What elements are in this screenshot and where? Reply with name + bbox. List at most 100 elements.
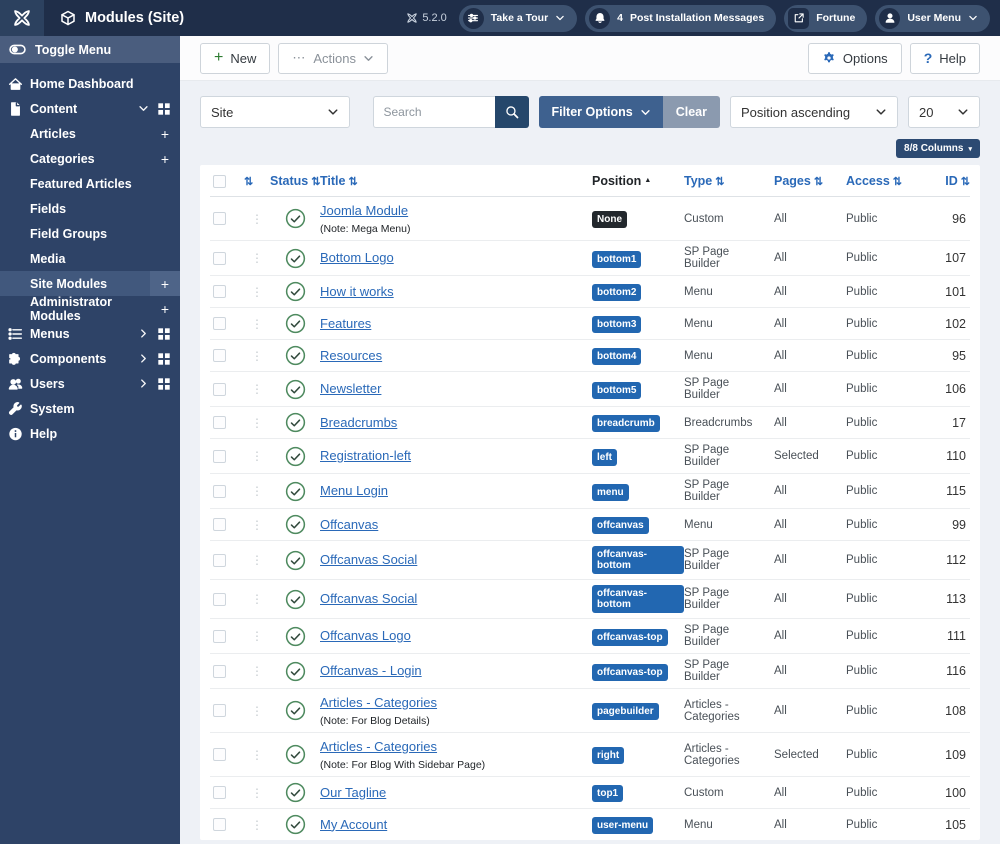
drag-handle-icon[interactable]: ⋮ xyxy=(244,664,270,678)
sidebar-item-menus[interactable]: Menus xyxy=(0,321,180,346)
drag-handle-icon[interactable]: ⋮ xyxy=(244,518,270,532)
drag-handle-icon[interactable]: ⋮ xyxy=(244,251,270,265)
sidebar-item-components[interactable]: Components xyxy=(0,346,180,371)
status-published-icon[interactable] xyxy=(285,514,306,535)
row-checkbox[interactable] xyxy=(213,818,226,831)
dashboard-grid-icon[interactable] xyxy=(157,377,171,391)
sidebar-item-help[interactable]: Help xyxy=(0,421,180,446)
row-checkbox[interactable] xyxy=(213,285,226,298)
drag-handle-icon[interactable]: ⋮ xyxy=(244,704,270,718)
row-checkbox[interactable] xyxy=(213,629,226,643)
search-input[interactable] xyxy=(373,96,496,128)
sidebar-item-home-dashboard[interactable]: Home Dashboard xyxy=(0,71,180,96)
id-column-header[interactable]: ID ⇅ xyxy=(926,174,970,188)
sidebar-item-categories[interactable]: Categories + xyxy=(0,146,180,171)
module-title-link[interactable]: Features xyxy=(320,316,371,331)
row-checkbox[interactable] xyxy=(213,484,226,498)
add-icon[interactable]: + xyxy=(150,146,180,171)
module-title-link[interactable]: Offcanvas - Login xyxy=(320,663,422,678)
status-published-icon[interactable] xyxy=(285,700,306,721)
status-published-icon[interactable] xyxy=(285,661,306,682)
position-column-header[interactable]: Position ▲ xyxy=(592,174,684,188)
options-button[interactable]: Options xyxy=(807,42,902,74)
help-button[interactable]: ? Help xyxy=(909,42,980,74)
sidebar-item-users[interactable]: Users xyxy=(0,371,180,396)
module-title-link[interactable]: Offcanvas xyxy=(320,517,378,532)
module-title-link[interactable]: Offcanvas Logo xyxy=(320,628,411,643)
dashboard-grid-icon[interactable] xyxy=(157,327,171,341)
status-published-icon[interactable] xyxy=(285,248,306,269)
row-checkbox[interactable] xyxy=(213,317,226,330)
status-published-icon[interactable] xyxy=(285,782,306,803)
status-published-icon[interactable] xyxy=(285,281,306,302)
row-checkbox[interactable] xyxy=(213,382,226,396)
new-button[interactable]: + New xyxy=(200,42,271,74)
drag-handle-icon[interactable]: ⋮ xyxy=(244,484,270,498)
status-published-icon[interactable] xyxy=(285,814,306,835)
module-title-link[interactable]: Offcanvas Social xyxy=(320,552,417,567)
drag-handle-icon[interactable]: ⋮ xyxy=(244,592,270,606)
type-column-header[interactable]: Type ⇅ xyxy=(684,174,774,188)
ordering-column-header[interactable]: ⇅ xyxy=(244,175,270,188)
drag-handle-icon[interactable]: ⋮ xyxy=(244,317,270,331)
drag-handle-icon[interactable]: ⋮ xyxy=(244,285,270,299)
row-checkbox[interactable] xyxy=(213,553,226,567)
module-title-link[interactable]: Articles - Categories xyxy=(320,695,437,710)
module-title-link[interactable]: Menu Login xyxy=(320,483,388,498)
sidebar-item-administrator-modules[interactable]: Administrator Modules + xyxy=(0,295,180,323)
sidebar-item-field-groups[interactable]: Field Groups xyxy=(0,221,180,246)
sidebar-item-articles[interactable]: Articles + xyxy=(0,121,180,146)
drag-handle-icon[interactable]: ⋮ xyxy=(244,818,270,832)
module-title-link[interactable]: Bottom Logo xyxy=(320,250,394,265)
row-checkbox[interactable] xyxy=(213,349,226,362)
drag-handle-icon[interactable]: ⋮ xyxy=(244,349,270,363)
sidebar-item-fields[interactable]: Fields xyxy=(0,196,180,221)
status-published-icon[interactable] xyxy=(285,446,306,467)
client-select[interactable]: Site xyxy=(200,96,350,128)
status-published-icon[interactable] xyxy=(285,313,306,334)
status-column-header[interactable]: Status ⇅ xyxy=(270,174,320,188)
search-button[interactable] xyxy=(495,96,530,128)
sidebar-item-media[interactable]: Media xyxy=(0,246,180,271)
sidebar-item-system[interactable]: System xyxy=(0,396,180,421)
module-title-link[interactable]: Registration-left xyxy=(320,448,411,463)
actions-button[interactable]: ⋯ Actions xyxy=(278,42,388,74)
status-published-icon[interactable] xyxy=(285,589,306,610)
row-checkbox[interactable] xyxy=(213,704,226,717)
clear-button[interactable]: Clear xyxy=(662,96,720,128)
fortune-button[interactable]: Fortune xyxy=(784,4,868,32)
drag-handle-icon[interactable]: ⋮ xyxy=(244,416,270,430)
row-checkbox[interactable] xyxy=(213,416,226,429)
status-published-icon[interactable] xyxy=(285,550,306,571)
status-published-icon[interactable] xyxy=(285,744,306,765)
module-title-link[interactable]: Newsletter xyxy=(320,381,381,396)
row-checkbox[interactable] xyxy=(213,449,226,463)
post-installation-messages-button[interactable]: 4 Post Installation Messages xyxy=(585,4,777,32)
module-title-link[interactable]: Offcanvas Social xyxy=(320,591,417,606)
module-title-link[interactable]: Breadcrumbs xyxy=(320,415,397,430)
row-checkbox[interactable] xyxy=(213,251,226,265)
add-icon[interactable]: + xyxy=(150,121,180,146)
module-title-link[interactable]: Our Tagline xyxy=(320,785,386,800)
add-icon[interactable]: + xyxy=(150,296,180,321)
row-checkbox[interactable] xyxy=(213,212,226,225)
module-title-link[interactable]: Resources xyxy=(320,348,382,363)
drag-handle-icon[interactable]: ⋮ xyxy=(244,212,270,226)
row-checkbox[interactable] xyxy=(213,664,226,678)
drag-handle-icon[interactable]: ⋮ xyxy=(244,629,270,643)
status-published-icon[interactable] xyxy=(285,412,306,433)
sort-select[interactable]: Position ascending xyxy=(730,96,898,128)
status-published-icon[interactable] xyxy=(285,481,306,502)
sidebar-item-featured-articles[interactable]: Featured Articles xyxy=(0,171,180,196)
drag-handle-icon[interactable]: ⋮ xyxy=(244,449,270,463)
drag-handle-icon[interactable]: ⋮ xyxy=(244,786,270,800)
status-published-icon[interactable] xyxy=(285,345,306,366)
module-title-link[interactable]: Joomla Module xyxy=(320,203,408,218)
joomla-logo[interactable] xyxy=(0,0,44,36)
dashboard-grid-icon[interactable] xyxy=(157,352,171,366)
drag-handle-icon[interactable]: ⋮ xyxy=(244,382,270,396)
take-a-tour-button[interactable]: Take a Tour xyxy=(458,4,578,32)
status-published-icon[interactable] xyxy=(285,379,306,400)
module-title-link[interactable]: Articles - Categories xyxy=(320,739,437,754)
row-checkbox[interactable] xyxy=(213,518,226,531)
